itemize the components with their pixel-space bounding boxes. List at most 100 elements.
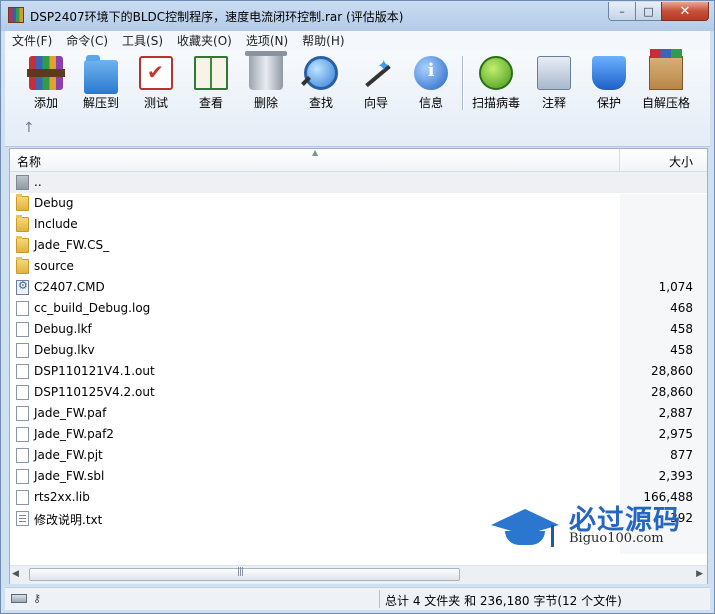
- file-size: 28,860: [651, 364, 693, 378]
- folder-icon: [16, 236, 29, 253]
- file-name: Jade_FW.paf: [34, 406, 107, 420]
- status-bar: ⚷ 总计 4 文件夹 和 236,180 字节(12 个文件): [5, 587, 710, 610]
- status-icons: ⚷: [11, 592, 51, 605]
- file-name: Debug: [34, 196, 74, 210]
- up-folder-arrow-icon[interactable]: ↑: [23, 120, 35, 136]
- open-book-icon: [194, 56, 228, 90]
- delete-button[interactable]: 删除: [237, 51, 295, 112]
- list-header: 名称 ▲ 大小: [10, 148, 707, 172]
- file-name: DSP110121V4.1.out: [34, 364, 155, 378]
- table-row[interactable]: Jade_FW.paf2 2,975: [10, 424, 707, 445]
- table-row[interactable]: Jade_FW.pjt 877: [10, 445, 707, 466]
- table-row[interactable]: Jade_FW.paf 2,887: [10, 403, 707, 424]
- app-window: DSP2407环境下的BLDC控制程序，速度电流闭环控制.rar (评估版本) …: [0, 0, 715, 614]
- file-name: Debug.lkf: [34, 322, 92, 336]
- table-row[interactable]: DSP110125V4.2.out 28,860: [10, 382, 707, 403]
- minimize-button[interactable]: –: [608, 2, 636, 21]
- scroll-right-arrow-icon[interactable]: ▶: [696, 569, 703, 579]
- sfx-box-icon: [649, 49, 683, 90]
- wizard-button[interactable]: 向导: [347, 56, 405, 112]
- folder-icon: [16, 194, 29, 211]
- file-name: cc_build_Debug.log: [34, 301, 151, 315]
- file-icon: [16, 490, 29, 505]
- menu-help[interactable]: 帮助(H): [295, 32, 351, 49]
- watermark: 必过源码 Biguo100.com: [491, 497, 706, 555]
- table-row[interactable]: Debug.lkf 458: [10, 319, 707, 340]
- add-button[interactable]: 添加: [17, 56, 75, 112]
- folder-icon: [84, 55, 118, 94]
- file-size: 458: [670, 322, 693, 336]
- table-row[interactable]: Jade_FW.sbl 2,393: [10, 466, 707, 487]
- table-row[interactable]: Debug.lkv 458: [10, 340, 707, 361]
- file-name: ..: [34, 175, 42, 189]
- file-icon: [16, 322, 29, 337]
- file-name: Jade_FW.pjt: [34, 448, 103, 462]
- magnifier-icon: [304, 56, 338, 90]
- table-row[interactable]: DSP110121V4.1.out 28,860: [10, 361, 707, 382]
- file-icon: [16, 427, 29, 442]
- status-summary: 总计 4 文件夹 和 236,180 字节(12 个文件): [385, 594, 622, 608]
- column-header-size[interactable]: 大小: [620, 149, 707, 171]
- protect-button[interactable]: 保护: [580, 56, 638, 112]
- title-bar[interactable]: DSP2407环境下的BLDC控制程序，速度电流闭环控制.rar (评估版本) …: [1, 1, 714, 31]
- file-name: DSP110125V4.2.out: [34, 385, 155, 399]
- info-icon: i: [414, 56, 448, 90]
- column-header-name[interactable]: 名称 ▲: [10, 148, 620, 171]
- file-rows: .. Debug Include Jade_FW.CS_ source C240…: [10, 172, 707, 529]
- window-title: DSP2407环境下的BLDC控制程序，速度电流闭环控制.rar (评估版本): [30, 10, 404, 24]
- folder-icon: [16, 257, 29, 274]
- virus-scan-icon: [479, 56, 513, 90]
- column-header-name-label: 名称: [17, 155, 42, 169]
- winrar-app-icon[interactable]: [8, 7, 24, 23]
- menu-tools[interactable]: 工具(S): [115, 32, 170, 49]
- extract-to-button[interactable]: 解压到: [72, 55, 130, 112]
- file-size: 2,393: [658, 469, 693, 483]
- horizontal-scrollbar[interactable]: ◀ ||| ▶: [10, 565, 707, 584]
- view-button[interactable]: 查看: [182, 56, 240, 112]
- test-button[interactable]: 测试: [127, 56, 185, 112]
- table-row[interactable]: C2407.CMD 1,074: [10, 277, 707, 298]
- status-divider: [379, 590, 380, 608]
- file-name: Debug.lkv: [34, 343, 95, 357]
- key-icon[interactable]: ⚷: [33, 592, 41, 605]
- menu-favorites[interactable]: 收藏夹(O): [170, 32, 239, 49]
- file-size: 458: [670, 343, 693, 357]
- file-size: 877: [670, 448, 693, 462]
- file-icon: [16, 385, 29, 400]
- menu-options[interactable]: 选项(N): [239, 32, 295, 49]
- file-name: Jade_FW.CS_: [34, 238, 110, 252]
- file-icon: [16, 343, 29, 358]
- drive-icon[interactable]: [11, 594, 27, 603]
- file-name: Include: [34, 217, 78, 231]
- table-row[interactable]: Debug: [10, 193, 707, 214]
- find-button[interactable]: 查找: [292, 56, 350, 112]
- info-button[interactable]: i 信息: [402, 56, 460, 112]
- parent-folder-icon: [16, 175, 29, 190]
- info-label: 信息: [418, 96, 443, 110]
- shield-icon: [592, 56, 626, 90]
- file-icon: [16, 364, 29, 379]
- file-size: 1,074: [658, 280, 693, 294]
- close-button[interactable]: ✕: [661, 2, 709, 21]
- clipboard-check-icon: [139, 56, 173, 90]
- menu-commands[interactable]: 命令(C): [59, 32, 115, 49]
- scrollbar-grip-icon: |||: [237, 567, 244, 577]
- maximize-button[interactable]: □: [635, 2, 662, 21]
- file-name: source: [34, 259, 74, 273]
- command-file-icon: [16, 279, 29, 295]
- table-row[interactable]: Include: [10, 214, 707, 235]
- menu-file[interactable]: 文件(F): [5, 32, 59, 49]
- table-row[interactable]: ..: [10, 172, 707, 193]
- sfx-button[interactable]: 自解压格: [637, 49, 695, 112]
- comment-button[interactable]: 注释: [525, 56, 583, 112]
- scroll-left-arrow-icon[interactable]: ◀: [12, 569, 19, 579]
- table-row[interactable]: cc_build_Debug.log 468: [10, 298, 707, 319]
- table-row[interactable]: Jade_FW.CS_: [10, 235, 707, 256]
- scrollbar-thumb[interactable]: |||: [29, 567, 460, 581]
- graduation-cap-icon: [491, 505, 561, 547]
- file-icon: [16, 448, 29, 463]
- file-name: Jade_FW.sbl: [34, 469, 105, 483]
- table-row[interactable]: source: [10, 256, 707, 277]
- virus-scan-button[interactable]: 扫描病毒: [467, 56, 525, 112]
- trash-icon: [245, 51, 287, 90]
